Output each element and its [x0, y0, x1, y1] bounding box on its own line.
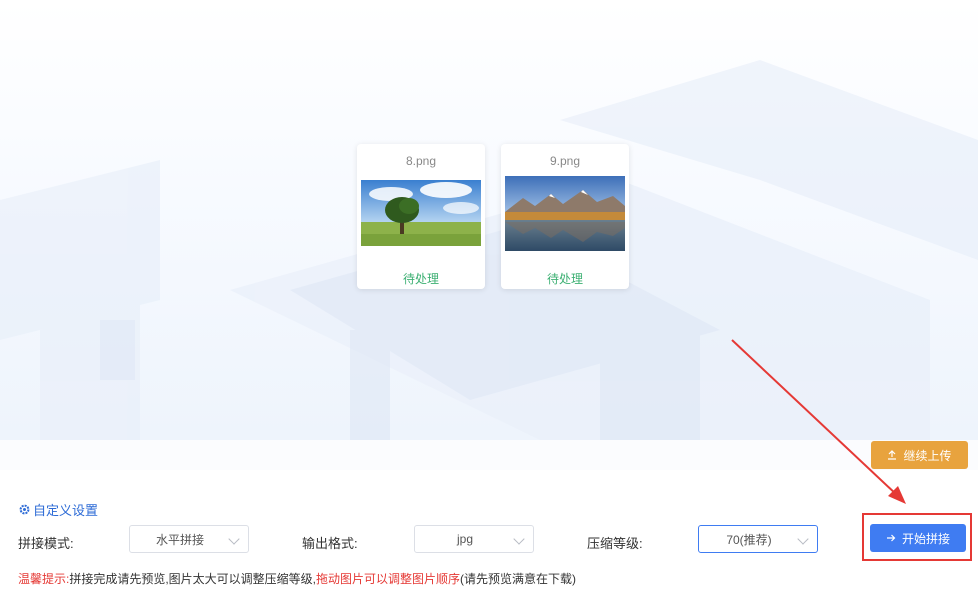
- mode-select-value: 水平拼接: [155, 532, 204, 547]
- continue-upload-button[interactable]: 继续上传: [871, 441, 968, 469]
- format-select-value: jpg: [456, 532, 473, 546]
- tip-text: 温馨提示:拼接完成请先预览,图片太大可以调整压缩等级,拖动图片可以调整图片顺序(…: [18, 570, 576, 587]
- chevron-down-icon: [513, 533, 525, 545]
- thumbnail-image: [505, 176, 625, 251]
- settings-title: 自定义设置: [18, 500, 98, 519]
- upload-area[interactable]: 8.png 待处理 9.png 待处理: [0, 0, 978, 440]
- compression-select-value: 70(推荐): [726, 532, 772, 547]
- upload-icon: [888, 450, 897, 460]
- background-illustration: [0, 60, 978, 440]
- mode-select[interactable]: 水平拼接: [129, 525, 249, 553]
- settings-title-text: 自定义设置: [33, 503, 99, 518]
- continue-upload-label: 继续上传: [903, 448, 952, 463]
- compression-label: 压缩等级:: [587, 536, 643, 551]
- chevron-down-icon: [228, 533, 240, 545]
- compression-select[interactable]: 70(推荐): [698, 525, 818, 553]
- file-card[interactable]: 8.png 待处理: [357, 144, 485, 289]
- tip-prefix: 温馨提示:: [18, 572, 70, 586]
- toolbar-strip: [0, 440, 978, 470]
- gear-icon: [19, 504, 30, 515]
- file-status: 待处理: [402, 272, 439, 286]
- file-name: 9.png: [549, 154, 581, 168]
- tip-highlight: 拖动图片可以调整图片顺序: [316, 572, 461, 586]
- mode-label: 拼接模式:: [18, 536, 74, 551]
- chevron-down-icon: [797, 533, 809, 545]
- thumbnail-image: [361, 180, 481, 246]
- tip-suffix: (请先预览满意在下载): [460, 572, 577, 586]
- file-name: 8.png: [405, 154, 437, 168]
- annotation-highlight-box: [862, 513, 972, 561]
- format-label: 输出格式:: [302, 536, 358, 551]
- file-status: 待处理: [546, 272, 583, 286]
- file-card[interactable]: 9.png 待处理: [501, 144, 629, 289]
- tip-body: 拼接完成请先预览,图片太大可以调整压缩等级,: [69, 572, 317, 586]
- format-select[interactable]: jpg: [414, 525, 534, 553]
